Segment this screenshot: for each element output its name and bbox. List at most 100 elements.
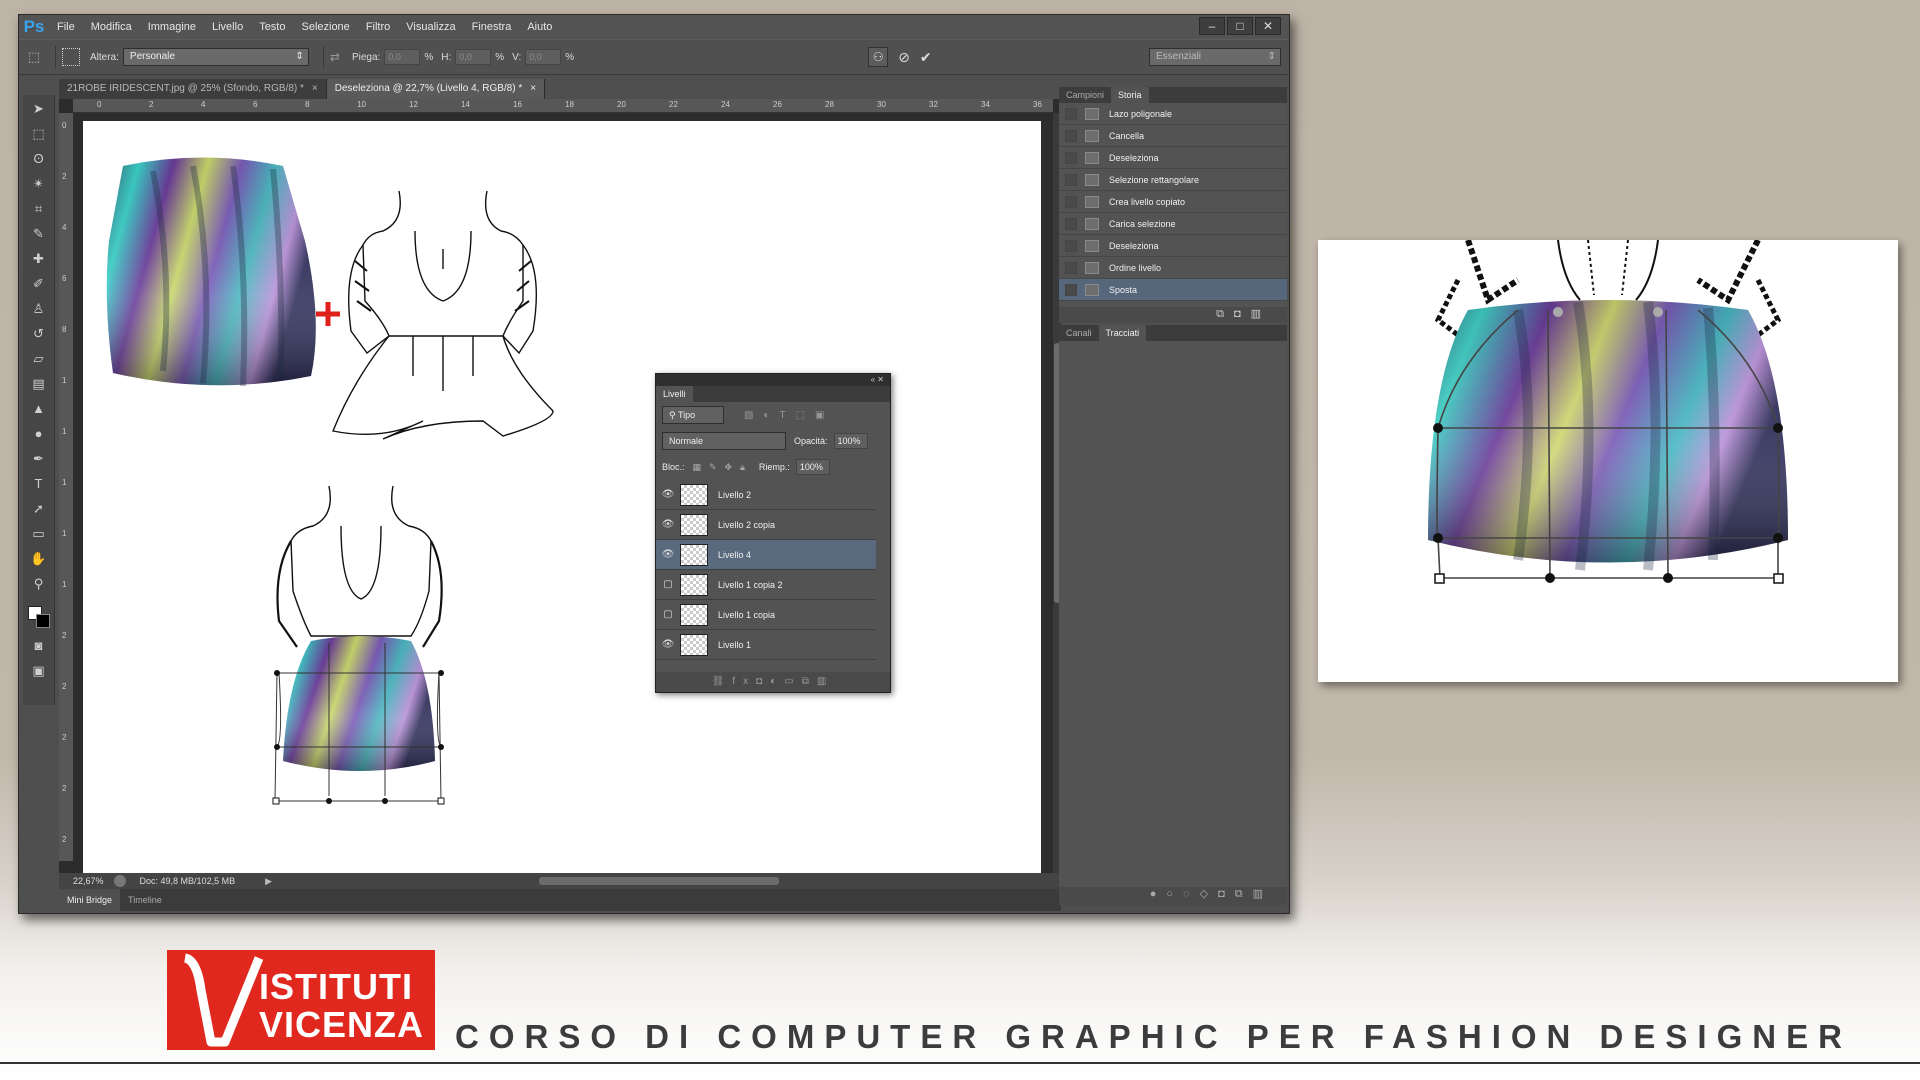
layer-row[interactable]: 👁︎ Livello 4 <box>656 540 876 570</box>
history-item[interactable]: Lazo poligonale <box>1059 103 1287 125</box>
hidden-eye-icon[interactable]: ▢ <box>656 609 680 620</box>
fx-icon[interactable]: fx <box>732 676 756 687</box>
puppet-warp-icon[interactable]: ⚇ <box>868 47 889 67</box>
menu-testo[interactable]: Testo <box>251 15 293 39</box>
history-source-checkbox[interactable] <box>1065 239 1077 252</box>
commit-transform-icon[interactable]: ✔ <box>920 49 932 66</box>
zoom-tool-icon[interactable]: ⚲ <box>27 573 51 595</box>
path-selection-tool-icon[interactable]: ➚ <box>27 498 51 520</box>
history-item[interactable]: Deseleziona <box>1059 235 1287 257</box>
history-source-checkbox[interactable] <box>1065 151 1077 164</box>
make-path-icon[interactable]: ◇ <box>1200 888 1218 900</box>
trash-icon[interactable]: ▥ <box>817 676 834 687</box>
menu-livello[interactable]: Livello <box>204 15 251 39</box>
new-path-icon[interactable]: ⧉ <box>1235 888 1253 900</box>
horizontal-scrollbar-thumb[interactable] <box>539 877 779 885</box>
menu-file[interactable]: File <box>49 15 83 39</box>
tab-close-icon[interactable]: × <box>312 79 318 99</box>
history-source-checkbox[interactable] <box>1065 261 1077 274</box>
eye-icon[interactable]: 👁︎ <box>656 639 680 650</box>
hidden-eye-icon[interactable]: ▢ <box>656 579 680 590</box>
tab-tracciati[interactable]: Tracciati <box>1098 325 1147 341</box>
opacity-field[interactable]: 100% <box>833 433 868 449</box>
layer-row[interactable]: 👁︎ Livello 1 <box>656 630 876 660</box>
document-canvas[interactable] <box>83 121 1041 873</box>
tab-timeline[interactable]: Timeline <box>120 889 170 911</box>
rectangle-tool-icon[interactable]: ▭ <box>27 523 51 545</box>
menu-filtro[interactable]: Filtro <box>358 15 398 39</box>
eyedropper-tool-icon[interactable]: ✎ <box>27 223 51 245</box>
history-source-checkbox[interactable] <box>1065 195 1077 208</box>
folder-icon[interactable]: ▭ <box>784 676 801 687</box>
tab-mini-bridge[interactable]: Mini Bridge <box>59 889 121 911</box>
close-button[interactable]: ✕ <box>1255 17 1281 35</box>
eraser-tool-icon[interactable]: ▱ <box>27 348 51 370</box>
delete-path-icon[interactable]: ▥ <box>1253 888 1273 900</box>
load-selection-icon[interactable]: ◌ <box>1183 888 1200 900</box>
tab-close-icon[interactable]: × <box>530 79 536 99</box>
eye-icon[interactable]: 👁︎ <box>656 489 680 500</box>
minimize-button[interactable]: – <box>1199 17 1225 35</box>
pen-tool-icon[interactable]: ✒ <box>27 448 51 470</box>
menu-modifica[interactable]: Modifica <box>83 15 140 39</box>
layer-name[interactable]: Livello 1 copia 2 <box>718 580 783 590</box>
color-swatches[interactable] <box>27 605 51 629</box>
h-field[interactable]: 0,0 <box>455 49 492 65</box>
lasso-tool-icon[interactable]: ʘ <box>27 148 51 170</box>
menu-immagine[interactable]: Immagine <box>140 15 204 39</box>
history-item[interactable]: Crea livello copiato <box>1059 191 1287 213</box>
layer-row[interactable]: 👁︎ Livello 2 copia <box>656 510 876 540</box>
history-source-checkbox[interactable] <box>1065 217 1077 230</box>
layer-row[interactable]: 👁︎ Livello 2 <box>656 480 876 510</box>
move-tool-icon[interactable]: ➤ <box>27 98 51 120</box>
transform-tool-icon[interactable]: ⬚ <box>19 49 49 65</box>
eye-icon[interactable]: 👁︎ <box>656 549 680 560</box>
eye-icon[interactable]: 👁︎ <box>656 519 680 530</box>
new-document-icon[interactable]: ⧉ <box>1216 308 1234 320</box>
layers-panel-titlebar[interactable]: « ✕ <box>656 374 890 386</box>
layer-row[interactable]: ▢ Livello 1 copia <box>656 600 876 630</box>
layer-name[interactable]: Livello 2 <box>718 490 751 500</box>
clone-stamp-tool-icon[interactable]: ♙ <box>27 298 51 320</box>
filter-icons[interactable]: ▧◐T⬚▣ <box>744 410 835 421</box>
tab-livelli[interactable]: Livelli <box>656 386 693 402</box>
history-item[interactable]: Carica selezione <box>1059 213 1287 235</box>
gradient-tool-icon[interactable]: ▤ <box>27 373 51 395</box>
layer-name[interactable]: Livello 4 <box>718 550 751 560</box>
history-source-checkbox[interactable] <box>1065 107 1077 120</box>
fill-path-icon[interactable]: ● <box>1150 888 1167 900</box>
zoom-level[interactable]: 22,67% <box>59 876 114 886</box>
tab-storia[interactable]: Storia <box>1111 87 1149 103</box>
history-source-checkbox[interactable] <box>1065 283 1077 296</box>
add-mask-icon[interactable]: ◘ <box>1218 888 1235 900</box>
warp-grid-icon[interactable] <box>62 48 80 66</box>
mask-icon[interactable]: ◘ <box>756 676 770 687</box>
maximize-button[interactable]: □ <box>1227 17 1253 35</box>
history-item[interactable]: Ordine livello <box>1059 257 1287 279</box>
blur-tool-icon[interactable]: ▲ <box>27 398 51 420</box>
layer-name[interactable]: Livello 1 copia <box>718 610 775 620</box>
history-item[interactable]: Sposta <box>1059 279 1287 301</box>
hand-tool-icon[interactable]: ✋ <box>27 548 51 570</box>
history-brush-tool-icon[interactable]: ↺ <box>27 323 51 345</box>
type-tool-icon[interactable]: T <box>27 473 51 495</box>
healing-brush-tool-icon[interactable]: ✚ <box>27 248 51 270</box>
snapshot-icon[interactable]: ◘ <box>1234 308 1251 320</box>
history-item[interactable]: Selezione rettangolare <box>1059 169 1287 191</box>
blend-mode-select[interactable]: Normale <box>662 432 786 450</box>
workspace-select[interactable]: Essenziali ⇕ <box>1149 48 1281 66</box>
menu-finestra[interactable]: Finestra <box>464 15 520 39</box>
history-source-checkbox[interactable] <box>1065 173 1077 186</box>
stroke-path-icon[interactable]: ○ <box>1166 888 1183 900</box>
status-icon[interactable] <box>113 875 126 887</box>
status-arrow-icon[interactable]: ▶ <box>265 876 272 887</box>
tab-21robe[interactable]: 21ROBE IRIDESCENT.jpg @ 25% (Sfondo, RGB… <box>59 79 327 99</box>
adjustment-icon[interactable]: ◐ <box>770 676 784 687</box>
magic-wand-tool-icon[interactable]: ✴ <box>27 173 51 195</box>
crop-tool-icon[interactable]: ⌗ <box>27 198 51 220</box>
tab-deseleziona[interactable]: Deseleziona @ 22,7% (Livello 4, RGB/8) *… <box>326 79 546 99</box>
trash-icon[interactable]: ▥ <box>1251 308 1271 320</box>
marquee-tool-icon[interactable]: ⬚ <box>27 123 51 145</box>
history-source-checkbox[interactable] <box>1065 129 1077 142</box>
layer-row[interactable]: ▢ Livello 1 copia 2 <box>656 570 876 600</box>
